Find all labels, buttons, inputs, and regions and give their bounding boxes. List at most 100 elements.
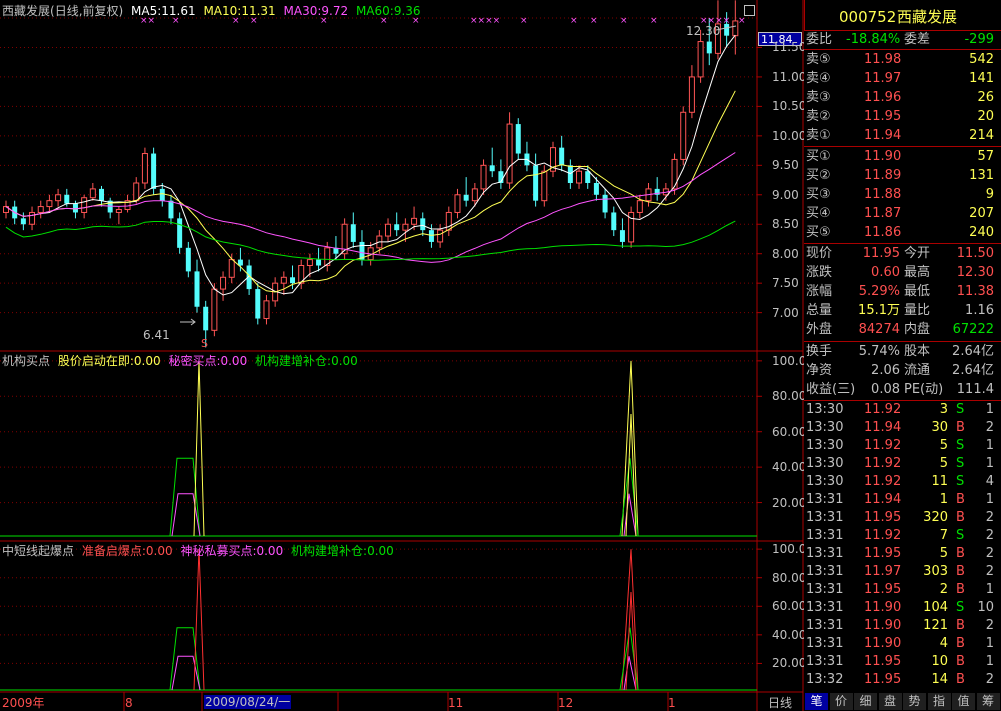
candle-body — [211, 288, 218, 331]
candle-body — [576, 170, 583, 184]
tick-direction: S — [956, 528, 965, 543]
bid-volume: 9 — [985, 187, 994, 202]
tick-direction: S — [956, 456, 965, 471]
stat-row: 涨幅 5.29% 最低 11.38 — [804, 283, 1000, 301]
tick-count: 2 — [985, 618, 994, 633]
stat-row: 外盘 84274 内盘 67222 — [804, 321, 1000, 339]
tick-price: 11.97 — [864, 564, 902, 579]
tick-time: 13:31 — [806, 618, 844, 633]
candle-body — [280, 276, 287, 284]
ask-level-label: 卖② — [806, 109, 831, 124]
price-tick-label: 8.00 — [772, 246, 799, 261]
panel-tab[interactable]: 盘 — [878, 693, 902, 710]
tick-row: 13:31 11.90 4 B 1 — [804, 635, 1000, 653]
weibi-row: 委比 -18.84% 委差 -299 — [804, 31, 1000, 49]
panel-tab[interactable]: 价 — [829, 693, 853, 710]
tick-count: 1 — [985, 582, 994, 597]
price-tick-label: 11.00 — [772, 69, 807, 84]
ask-volume: 141 — [969, 71, 994, 86]
candle-body — [46, 200, 53, 208]
weicha-value: -299 — [964, 32, 994, 47]
stat-value: 2.64亿 — [952, 344, 994, 359]
tick-direction: S — [956, 474, 965, 489]
cursor-date-label: 2009/08/24/一 — [204, 695, 292, 709]
tick-row: 13:31 11.95 2 B 1 — [804, 581, 1000, 599]
weicha-label: 委差 — [904, 32, 931, 47]
tick-direction: B — [956, 564, 965, 579]
price-tick-label: 11.50 — [772, 40, 807, 55]
quote-header: 000752 西藏发展 — [804, 0, 1001, 30]
tick-volume: 10 — [931, 654, 948, 669]
tick-time: 13:30 — [806, 474, 844, 489]
tick-price: 11.95 — [864, 582, 902, 597]
period-button[interactable]: 日线 — [768, 696, 792, 710]
candle-body — [81, 197, 88, 213]
candle-body — [350, 224, 356, 242]
indicator2-tick-label: 80.00 — [772, 570, 807, 585]
ask-row: 卖④ 11.97 141 — [804, 70, 1000, 88]
candle-body — [168, 200, 174, 219]
indicator2-signal-line — [171, 655, 201, 691]
panel-tab[interactable]: 筹 — [976, 693, 1000, 710]
tick-volume: 11 — [931, 474, 948, 489]
date-axis-label: 11 — [448, 696, 464, 710]
ask-price: 11.94 — [864, 128, 902, 143]
tick-volume: 30 — [931, 420, 948, 435]
candle-body — [228, 259, 235, 278]
tick-price: 11.95 — [864, 672, 902, 687]
tick-direction: B — [956, 672, 965, 687]
candle-body — [420, 218, 426, 231]
stat-value: 11.50 — [956, 246, 994, 261]
indicator1-legend[interactable]: 机构买点 股价启动在即:0.00 秘密买点:0.00 机构建增补仓:0.00 — [2, 354, 362, 368]
stat-value: 11.38 — [956, 284, 994, 299]
tick-volume: 5 — [939, 438, 948, 453]
indicator2-legend[interactable]: 中短线起爆点 准备启爆点:0.00 神秘私募买点:0.00 机构建增补仓:0.0… — [2, 544, 398, 558]
price-chart-legend: 西藏发展(日线,前复权) MA5:11.61 MA10:11.31 MA30:9… — [2, 4, 425, 18]
bid-row: 买④ 11.87 207 — [804, 205, 1000, 223]
candle-body — [567, 165, 573, 183]
candle-body — [688, 76, 695, 113]
stat-label: 内盘 — [904, 322, 931, 337]
panel-tab[interactable]: 笔 — [805, 693, 828, 710]
tick-time: 13:31 — [806, 636, 844, 651]
panel-tab[interactable]: 值 — [952, 693, 975, 710]
stock-code: 000752 — [839, 8, 897, 26]
candle-body — [141, 153, 148, 184]
tick-row: 13:31 11.95 10 B 1 — [804, 653, 1000, 671]
tick-time: 13:30 — [806, 402, 844, 417]
ask-volume: 542 — [969, 52, 994, 67]
candle-body — [593, 183, 599, 195]
price-tick-label: 9.50 — [772, 158, 799, 173]
tick-row: 13:30 11.92 3 S 1 — [804, 401, 1000, 419]
indicator1-signal-line — [171, 493, 201, 537]
panel-tab[interactable]: 细 — [854, 693, 877, 710]
signal-marker: × — [520, 16, 528, 26]
tick-volume: 2 — [939, 582, 948, 597]
tick-price: 11.92 — [864, 456, 902, 471]
ask-row: 卖① 11.94 214 — [804, 127, 1000, 145]
window-restore-icon[interactable] — [744, 5, 755, 16]
tick-direction: B — [956, 546, 965, 561]
stat-label: 净资 — [806, 363, 833, 378]
tick-count: 2 — [985, 672, 994, 687]
signal-marker: × — [738, 16, 746, 26]
stat-label: 量比 — [904, 303, 931, 318]
stat-row: 总量 15.1万 量比 1.16 — [804, 302, 1000, 320]
tick-count: 1 — [985, 402, 994, 417]
low-price-label: 6.41 — [143, 328, 170, 342]
tick-count: 2 — [985, 564, 994, 579]
panel-tab[interactable]: 势 — [903, 693, 926, 710]
tick-volume: 320 — [923, 510, 948, 525]
panel-tab[interactable]: 指 — [927, 693, 951, 710]
candle-body — [559, 147, 565, 166]
candle-body — [437, 229, 444, 243]
candle-body — [159, 188, 165, 201]
indicator1-line-3: 机构建增补仓:0.00 — [255, 354, 358, 368]
signal-marker: × — [232, 16, 240, 26]
candle-body — [533, 165, 539, 201]
tick-price: 11.94 — [864, 492, 902, 507]
candle-body — [602, 194, 608, 213]
stat-row: 现价 11.95 今开 11.50 — [804, 245, 1000, 263]
candle-body — [671, 158, 678, 190]
tick-count: 2 — [985, 510, 994, 525]
